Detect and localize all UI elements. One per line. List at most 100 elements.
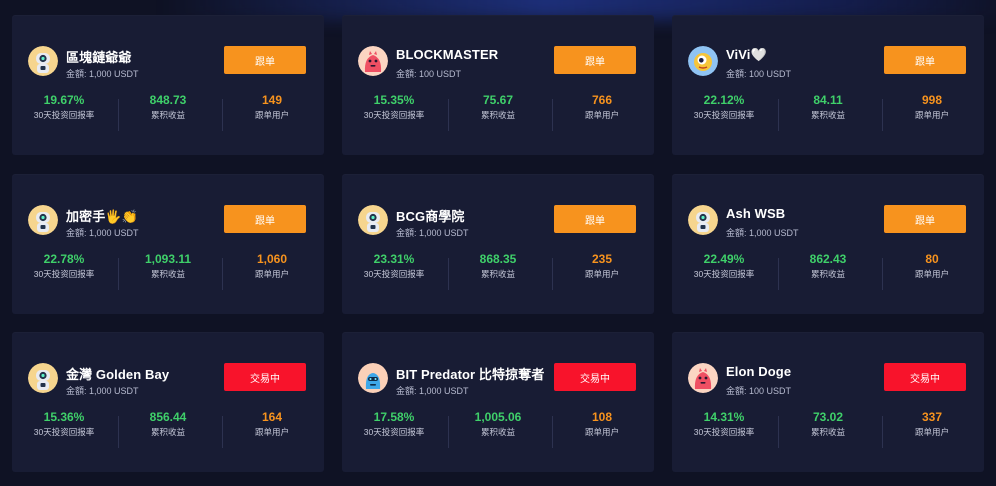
profit-label: 累积收益	[810, 427, 845, 437]
roi-value: 15.36%	[43, 410, 85, 424]
trader-card: BCG商學院 金額: 1,000 USDT 跟单 23.31% 30天投资回报率…	[342, 174, 654, 314]
followers-label: 跟单用户	[584, 110, 619, 120]
trader-card: ViVi🤍 金額: 100 USDT 跟单 22.12% 30天投资回报率 84…	[672, 15, 984, 155]
followers-label: 跟单用户	[914, 269, 949, 279]
followers-stat: 998 跟单用户	[880, 93, 984, 120]
trader-card: Elon Doge 金額: 100 USDT 交易中 14.31% 30天投资回…	[672, 332, 984, 472]
trader-card: 加密手🖐👏 金額: 1,000 USDT 跟单 22.78% 30天投资回报率 …	[12, 174, 324, 314]
roi-stat: 22.49% 30天投资回报率	[672, 252, 776, 279]
trader-card: BLOCKMASTER 金額: 100 USDT 跟单 15.35% 30天投资…	[342, 15, 654, 155]
trader-stats: 19.67% 30天投资回报率 848.73 累积收益 149 跟单用户	[12, 93, 324, 133]
profit-stat: 868.35 累积收益	[446, 252, 550, 279]
roi-label: 30天投资回报率	[363, 427, 425, 437]
trading-button[interactable]: 交易中	[554, 363, 636, 391]
roi-stat: 23.31% 30天投资回报率	[342, 252, 446, 279]
trading-button[interactable]: 交易中	[884, 363, 966, 391]
trader-stats: 14.31% 30天投资回报率 73.02 累积收益 337 跟单用户	[672, 410, 984, 450]
follow-button[interactable]: 跟单	[224, 46, 306, 74]
robot-avatar-icon	[28, 205, 58, 235]
roi-stat: 19.67% 30天投资回报率	[12, 93, 116, 120]
trader-name[interactable]: BLOCKMASTER	[396, 47, 498, 62]
followers-value: 337	[921, 410, 943, 424]
followers-label: 跟单用户	[254, 110, 289, 120]
roi-value: 22.12%	[703, 93, 745, 107]
roi-value: 19.67%	[43, 93, 85, 107]
profit-value: 862.43	[809, 252, 847, 266]
followers-stat: 80 跟单用户	[880, 252, 984, 279]
trader-name[interactable]: Ash WSB	[726, 206, 785, 221]
profit-stat: 848.73 累积收益	[116, 93, 220, 120]
follow-button[interactable]: 跟单	[884, 205, 966, 233]
followers-value: 149	[261, 93, 283, 107]
profit-label: 累积收益	[480, 110, 515, 120]
followers-label: 跟单用户	[254, 269, 289, 279]
pink-monster-avatar-icon	[688, 363, 718, 393]
roi-label: 30天投资回报率	[33, 269, 95, 279]
followers-value: 108	[591, 410, 613, 424]
trader-stats: 15.36% 30天投资回报率 856.44 累积收益 164 跟单用户	[12, 410, 324, 450]
roi-label: 30天投资回报率	[33, 427, 95, 437]
trader-stats: 15.35% 30天投资回报率 75.67 累积收益 766 跟单用户	[342, 93, 654, 133]
trader-name[interactable]: 加密手🖐👏	[66, 206, 138, 225]
profit-label: 累积收益	[810, 110, 845, 120]
trader-name[interactable]: 金灣 Golden Bay	[66, 364, 169, 383]
trader-name[interactable]: 區塊鏈爺爺	[66, 47, 132, 66]
trader-name[interactable]: Elon Doge	[726, 364, 791, 379]
trader-name[interactable]: ViVi🤍	[726, 47, 767, 63]
trader-card: 區塊鏈爺爺 金額: 1,000 USDT 跟单 19.67% 30天投资回报率 …	[12, 15, 324, 155]
followers-value: 998	[921, 93, 943, 107]
profit-label: 累积收益	[480, 269, 515, 279]
trader-avatar[interactable]	[358, 205, 388, 235]
roi-value: 17.58%	[373, 410, 415, 424]
trader-avatar[interactable]	[358, 46, 388, 76]
trader-amount: 金額: 1,000 USDT	[396, 386, 469, 396]
trader-amount: 金額: 1,000 USDT	[66, 386, 139, 396]
trader-avatar[interactable]	[28, 205, 58, 235]
profit-value: 75.67	[482, 93, 514, 107]
follow-button[interactable]: 跟单	[884, 46, 966, 74]
roi-stat: 22.78% 30天投资回报率	[12, 252, 116, 279]
profit-value: 856.44	[149, 410, 187, 424]
trader-card: Ash WSB 金額: 1,000 USDT 跟单 22.49% 30天投资回报…	[672, 174, 984, 314]
follow-button[interactable]: 跟单	[554, 46, 636, 74]
profit-stat: 1,005.06 累积收益	[446, 410, 550, 437]
profit-stat: 84.11 累积收益	[776, 93, 880, 120]
followers-stat: 108 跟单用户	[550, 410, 654, 437]
profit-stat: 1,093.11 累积收益	[116, 252, 220, 279]
profit-stat: 75.67 累积收益	[446, 93, 550, 120]
profit-stat: 856.44 累积收益	[116, 410, 220, 437]
trader-stats: 17.58% 30天投资回报率 1,005.06 累积收益 108 跟单用户	[342, 410, 654, 450]
trader-amount: 金額: 1,000 USDT	[726, 228, 799, 238]
followers-stat: 149 跟单用户	[220, 93, 324, 120]
trader-avatar[interactable]	[688, 46, 718, 76]
trader-stats: 22.78% 30天投资回报率 1,093.11 累积收益 1,060 跟单用户	[12, 252, 324, 292]
one-eyed-monster-avatar-icon	[688, 46, 718, 76]
follow-button[interactable]: 跟单	[554, 205, 636, 233]
trader-name[interactable]: BIT Predator 比特掠奪者	[396, 364, 544, 383]
roi-label: 30天投资回报率	[33, 110, 95, 120]
roi-stat: 22.12% 30天投资回报率	[672, 93, 776, 120]
roi-value: 23.31%	[373, 252, 415, 266]
trader-amount: 金額: 100 USDT	[726, 69, 792, 79]
trader-avatar[interactable]	[358, 363, 388, 393]
followers-value: 1,060	[256, 252, 288, 266]
profit-label: 累积收益	[150, 269, 185, 279]
profit-value: 868.35	[479, 252, 517, 266]
blue-monster-avatar-icon	[358, 363, 388, 393]
roi-value: 14.31%	[703, 410, 745, 424]
pink-monster-avatar-icon	[358, 46, 388, 76]
profit-value: 1,093.11	[144, 252, 192, 266]
follow-button[interactable]: 跟单	[224, 205, 306, 233]
trader-amount: 金額: 1,000 USDT	[66, 228, 139, 238]
trader-avatar[interactable]	[688, 205, 718, 235]
trading-button[interactable]: 交易中	[224, 363, 306, 391]
roi-label: 30天投资回报率	[693, 427, 755, 437]
trader-card: BIT Predator 比特掠奪者 金額: 1,000 USDT 交易中 17…	[342, 332, 654, 472]
trader-avatar[interactable]	[28, 46, 58, 76]
trader-name[interactable]: BCG商學院	[396, 206, 465, 225]
trader-avatar[interactable]	[28, 363, 58, 393]
profit-stat: 862.43 累积收益	[776, 252, 880, 279]
roi-stat: 14.31% 30天投资回报率	[672, 410, 776, 437]
roi-label: 30天投资回报率	[693, 110, 755, 120]
trader-avatar[interactable]	[688, 363, 718, 393]
